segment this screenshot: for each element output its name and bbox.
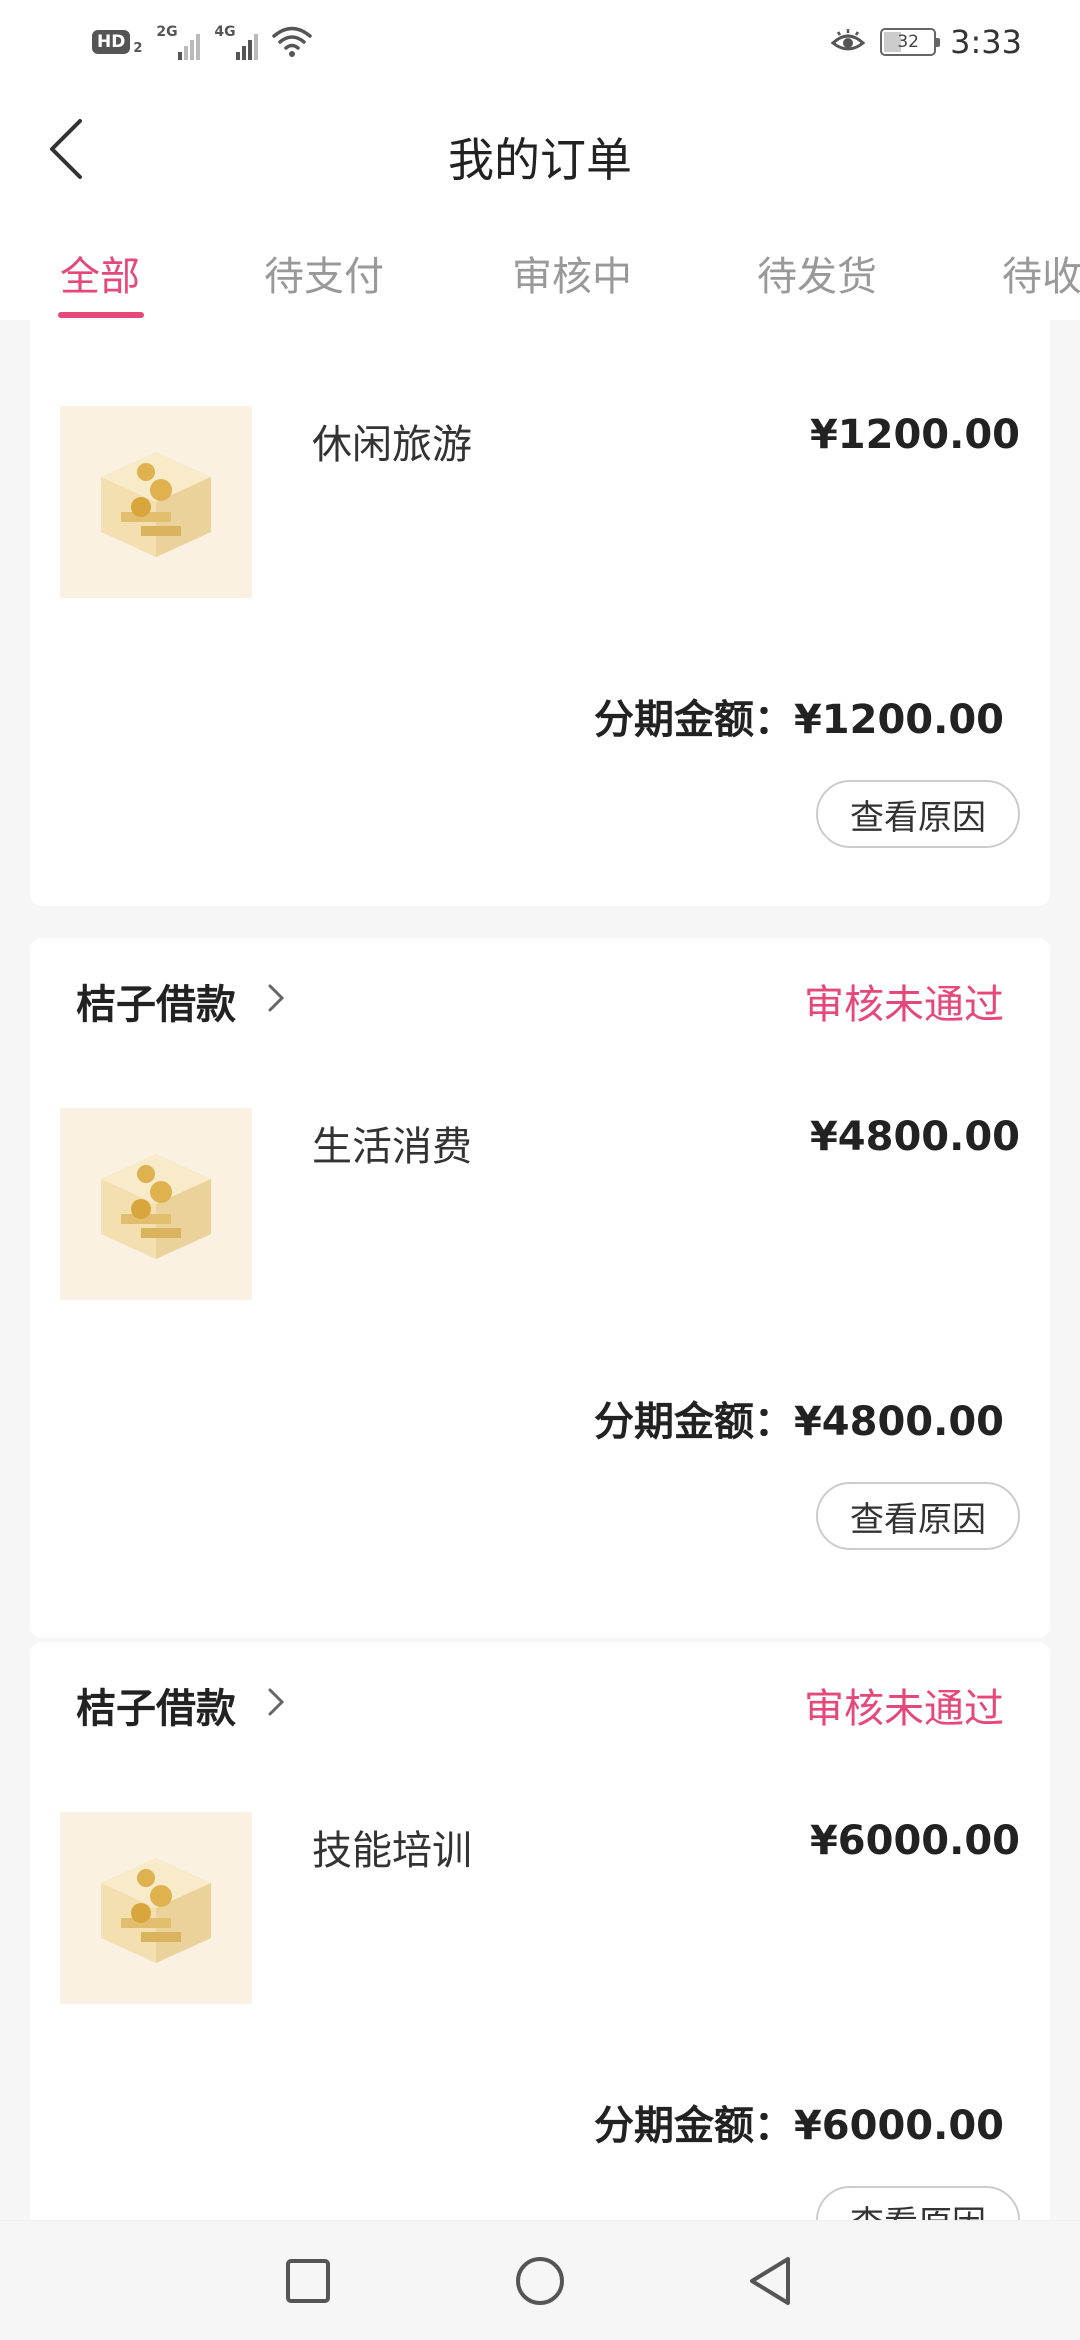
recent-apps-button[interactable]: [278, 2251, 338, 2311]
sim1-network-label: 2G: [156, 24, 178, 40]
product-price: ¥4800.00: [809, 1114, 1020, 1160]
sim2-signal-icon: 4G: [214, 24, 259, 60]
product-name: 技能培训: [312, 1828, 472, 1874]
home-button[interactable]: [510, 2251, 570, 2311]
shop-name[interactable]: 桔子借款: [76, 972, 236, 1030]
hd-sub: 2: [133, 40, 143, 56]
square-icon: [286, 2259, 330, 2303]
tab-all[interactable]: 全部: [60, 244, 140, 302]
product-price: ¥1200.00: [809, 412, 1020, 458]
battery-icon: 32: [880, 28, 941, 56]
eye-comfort-icon: [830, 29, 866, 51]
product-price: ¥6000.00: [809, 1818, 1020, 1864]
back-nav-button[interactable]: [740, 2251, 800, 2311]
view-reason-button[interactable]: 查看原因: [816, 2186, 1020, 2220]
coin-box-icon: [101, 1858, 211, 1963]
circle-icon: [516, 2257, 564, 2305]
chevron-right-icon: [268, 984, 285, 1012]
tab-pending-receipt[interactable]: 待收: [1002, 244, 1080, 302]
installment-value: ¥4800.00: [793, 1399, 1004, 1445]
page-title: 我的订单: [448, 133, 632, 187]
top-app-bar: 我的订单: [0, 84, 1080, 216]
status-bar-left: HD 2 2G 4G: [92, 24, 313, 60]
order-card-header[interactable]: 桔子借款 审核未通过: [30, 1642, 1050, 1762]
order-card[interactable]: 桔子借款 审核未通过 生活消费 ¥4800.00 分期金额：¥4800.00 查…: [30, 938, 1050, 1638]
coin-box-icon: [101, 1154, 211, 1259]
active-tab-indicator: [58, 312, 144, 318]
order-card-header[interactable]: 桔子借款 审核未通过: [30, 938, 1050, 1058]
tab-under-review[interactable]: 审核中: [512, 244, 632, 302]
order-status-tabs: 全部 待支付 审核中 待发货 待收: [0, 216, 1080, 320]
order-status-badge: 审核未通过: [804, 982, 1004, 1028]
product-name: 休闲旅游: [312, 422, 472, 468]
clock: 3:33: [950, 23, 1022, 61]
tab-pending-shipment[interactable]: 待发货: [757, 244, 877, 302]
installment-value: ¥1200.00: [793, 697, 1004, 743]
system-navigation-bar: [0, 2220, 1080, 2340]
triangle-back-icon: [750, 2257, 790, 2305]
sim1-signal-icon: 2G: [156, 24, 201, 60]
order-status-badge: 审核未通过: [804, 1686, 1004, 1732]
product-thumbnail: [60, 1108, 252, 1300]
order-card[interactable]: 休闲旅游 ¥1200.00 分期金额：¥1200.00 查看原因: [30, 320, 1050, 906]
product-name: 生活消费: [312, 1124, 472, 1170]
order-list[interactable]: 休闲旅游 ¥1200.00 分期金额：¥1200.00 查看原因 桔子借款 审核…: [0, 320, 1080, 2220]
chevron-right-icon: [268, 1688, 285, 1716]
status-bar: HD 2 2G 4G 32 3:33: [0, 0, 1080, 84]
installment-amount: 分期金额：¥4800.00: [594, 1389, 1004, 1447]
sim2-network-label: 4G: [214, 24, 236, 40]
installment-label: 分期金额：: [593, 697, 794, 743]
product-thumbnail: [60, 406, 252, 598]
hd-voice-icon: HD 2: [92, 29, 142, 56]
tab-pending-payment[interactable]: 待支付: [264, 244, 384, 302]
view-reason-button[interactable]: 查看原因: [816, 1482, 1020, 1550]
order-card[interactable]: 桔子借款 审核未通过 技能培训 ¥6000.00 分期金额：¥6000.00 查…: [30, 1642, 1050, 2220]
status-bar-right: 32 3:33: [830, 23, 1022, 61]
shop-name[interactable]: 桔子借款: [76, 1676, 236, 1734]
view-reason-button[interactable]: 查看原因: [816, 780, 1020, 848]
product-thumbnail: [60, 1812, 252, 2004]
wifi-icon: [272, 26, 313, 57]
installment-label: 分期金额：: [593, 2103, 794, 2149]
installment-label: 分期金额：: [593, 1399, 794, 1445]
installment-amount: 分期金额：¥1200.00: [594, 687, 1004, 745]
coin-box-icon: [101, 452, 211, 557]
installment-value: ¥6000.00: [793, 2103, 1004, 2149]
battery-level: 32: [897, 32, 919, 52]
hd-label: HD: [92, 30, 131, 54]
installment-amount: 分期金额：¥6000.00: [594, 2093, 1004, 2151]
